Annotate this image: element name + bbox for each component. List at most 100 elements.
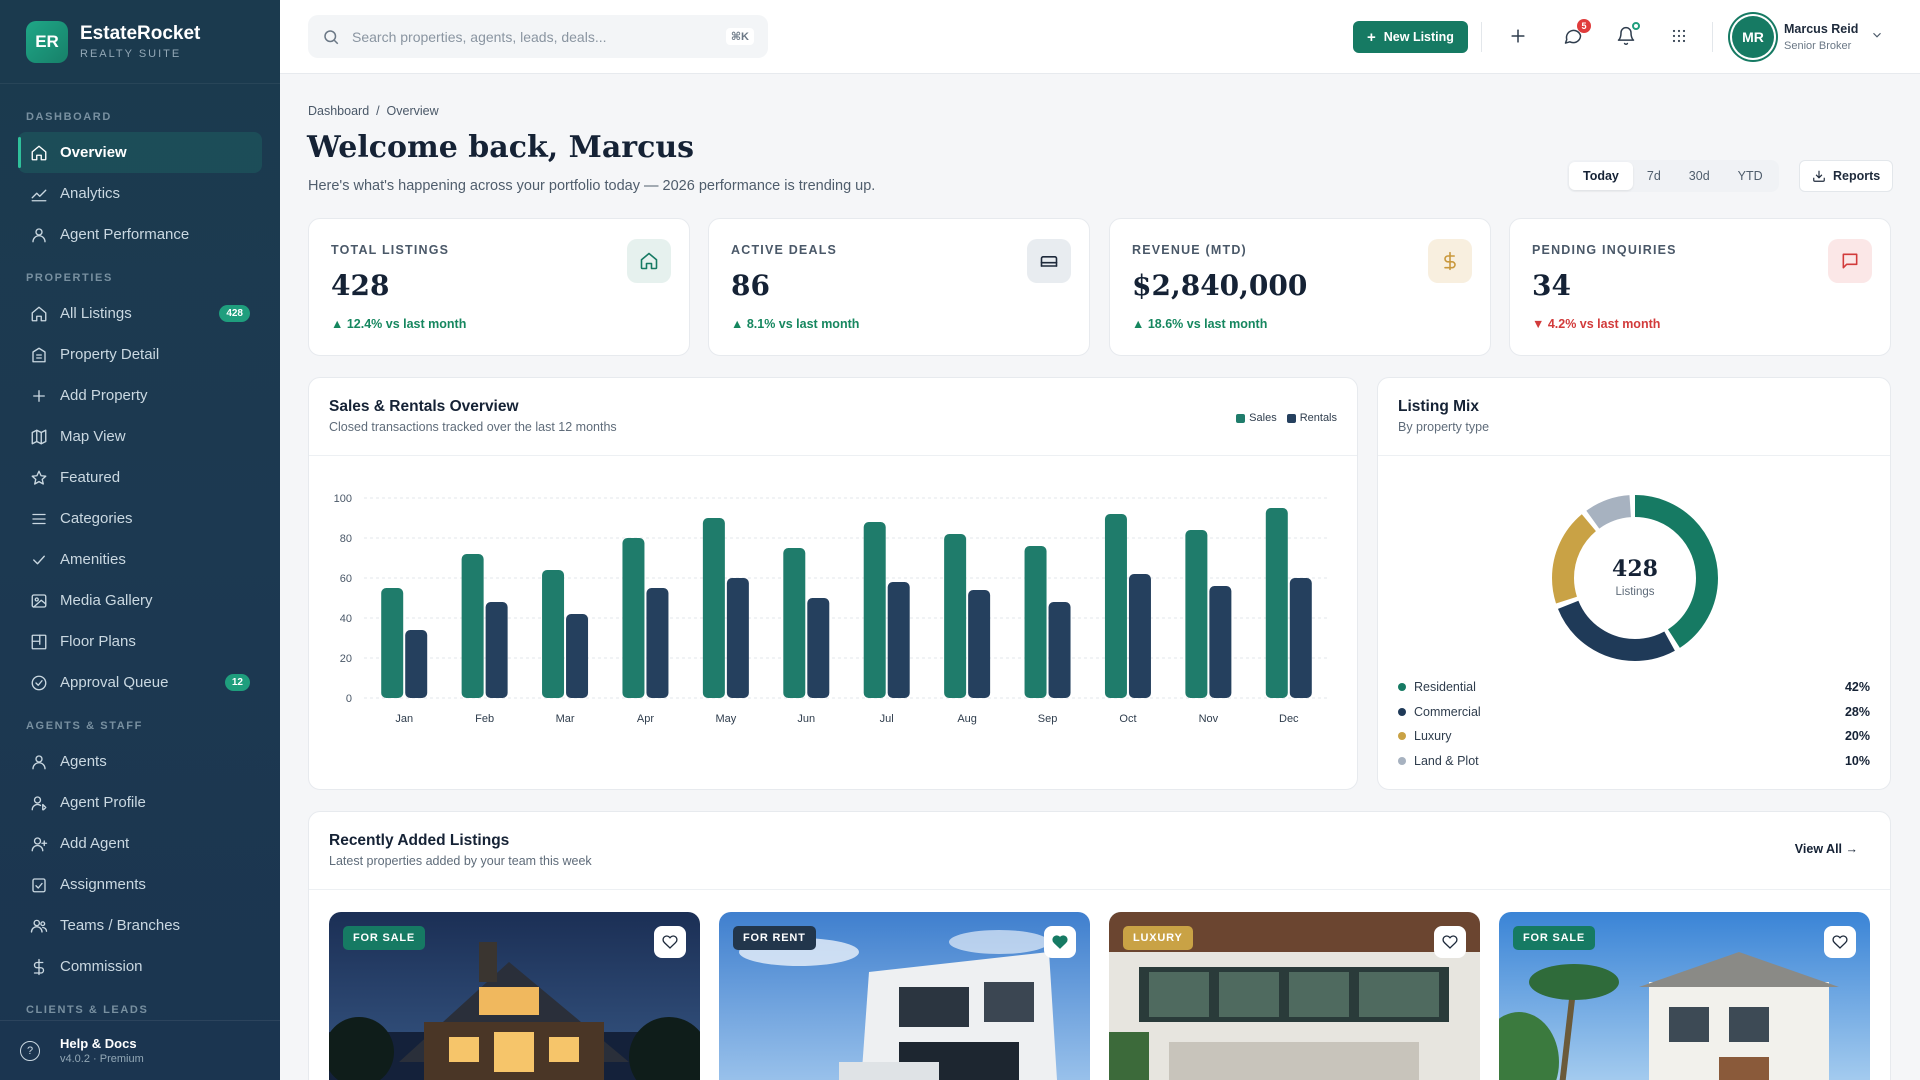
- sidebar-item-agent-performance[interactable]: Agent Performance: [18, 214, 262, 255]
- sidebar-item-add-property[interactable]: Add Property: [18, 375, 262, 416]
- building-icon: [30, 346, 48, 364]
- bar-rentals: [1209, 586, 1232, 698]
- sidebar-item-agents[interactable]: Agents: [18, 741, 262, 782]
- bar-rentals: [1289, 578, 1312, 698]
- legend-rentals[interactable]: Rentals: [1286, 412, 1337, 424]
- y-tick-label: 40: [340, 613, 352, 625]
- tab-30d[interactable]: 30d: [1675, 162, 1724, 190]
- sidebar-item-analytics[interactable]: Analytics: [18, 173, 262, 214]
- message-icon: [1828, 239, 1872, 283]
- sidebar-item-label: Overview: [60, 144, 127, 161]
- user-name[interactable]: Marcus Reid: [1784, 22, 1858, 36]
- sidebar-item-label: Commission: [60, 958, 143, 975]
- nav-section-title: CLIENTS & LEADS: [26, 1004, 149, 1016]
- brand-name: EstateRocket: [80, 23, 201, 44]
- chevron-down-icon[interactable]: [1870, 28, 1884, 42]
- apps-grid-icon[interactable]: [1667, 24, 1691, 48]
- kpi-card-revenue-mtd[interactable]: REVENUE (MTD) $2,840,000 ▲ 18.6% vs last…: [1109, 218, 1491, 356]
- listing-card[interactable]: FOR SALE: [329, 912, 700, 1080]
- sales-chart-title: Sales & Rentals Overview: [329, 398, 519, 415]
- view-all-link[interactable]: View All →: [1795, 842, 1858, 856]
- heart-icon[interactable]: [1434, 926, 1466, 958]
- bell-icon[interactable]: [1614, 22, 1640, 48]
- listing-tag: FOR RENT: [733, 926, 816, 950]
- sidebar-item-label: Floor Plans: [60, 633, 136, 650]
- kpi-card-total-listings[interactable]: TOTAL LISTINGS 428 ▲ 12.4% vs last month: [308, 218, 690, 356]
- sidebar-item-amenities[interactable]: Amenities: [18, 539, 262, 580]
- mix-legend-item[interactable]: Residential 42%: [1398, 677, 1870, 697]
- sidebar-item-add-agent[interactable]: Add Agent: [18, 823, 262, 864]
- heart-icon[interactable]: [654, 926, 686, 958]
- divider: [309, 455, 1357, 456]
- plus-icon: [30, 387, 48, 405]
- sidebar-item-label: Categories: [60, 510, 133, 527]
- sidebar-item-featured[interactable]: Featured: [18, 457, 262, 498]
- sidebar-item-agent-profile[interactable]: Agent Profile: [18, 782, 262, 823]
- x-tick-label: Apr: [637, 713, 654, 725]
- mix-legend-item[interactable]: Luxury 20%: [1398, 726, 1870, 746]
- bar-rentals: [887, 582, 910, 698]
- divider: [1378, 455, 1890, 456]
- sidebar-nav: DASHBOARD Overview Analytics Agent Performa…: [0, 84, 280, 1021]
- sidebar-item-teams-branches[interactable]: Teams / Branches: [18, 905, 262, 946]
- mix-value: 20%: [1844, 729, 1870, 743]
- sidebar-item-categories[interactable]: Categories: [18, 498, 262, 539]
- kpi-card-pending-inquiries[interactable]: PENDING INQUIRIES 34 ▼ 4.2% vs last mont…: [1509, 218, 1891, 356]
- sidebar-item-media-gallery[interactable]: Media Gallery: [18, 580, 262, 621]
- sidebar-item-floor-plans[interactable]: Floor Plans: [18, 621, 262, 662]
- legend-label: Rentals: [1299, 412, 1337, 424]
- y-tick-label: 20: [340, 653, 352, 665]
- bar-rentals: [726, 578, 749, 698]
- avatar[interactable]: MR: [1732, 16, 1774, 58]
- sidebar-item-all-listings[interactable]: All Listings 428: [18, 293, 262, 334]
- search-bar[interactable]: ⌘K: [308, 15, 768, 58]
- sidebar-item-overview[interactable]: Overview: [18, 132, 262, 173]
- bar-sales: [1185, 530, 1208, 698]
- add-icon[interactable]: [1506, 24, 1530, 48]
- reports-button[interactable]: Reports: [1799, 160, 1894, 192]
- divider: [1481, 22, 1482, 52]
- sidebar-item-commission[interactable]: Commission: [18, 946, 262, 987]
- sidebar-item-property-detail[interactable]: Property Detail: [18, 334, 262, 375]
- dollar-icon: [30, 958, 48, 976]
- mix-legend-item[interactable]: Land & Plot 10%: [1398, 751, 1870, 771]
- listing-card[interactable]: FOR RENT: [719, 912, 1090, 1080]
- legend-dot: [1398, 683, 1406, 691]
- x-tick-label: Jul: [880, 713, 894, 725]
- user-edit-icon: [30, 794, 48, 812]
- tab-ytd[interactable]: YTD: [1724, 162, 1777, 190]
- mix-legend-item[interactable]: Commercial 28%: [1398, 702, 1870, 722]
- new-listing-button[interactable]: + New Listing: [1353, 21, 1468, 53]
- listing-card[interactable]: LUXURY: [1109, 912, 1480, 1080]
- messages-icon[interactable]: 5: [1561, 19, 1591, 48]
- bar-sales: [944, 534, 967, 698]
- x-tick-label: Feb: [475, 713, 494, 725]
- sidebar-item-approval-queue[interactable]: Approval Queue 12: [18, 662, 262, 703]
- kpi-label: PENDING INQUIRIES: [1532, 243, 1677, 257]
- user-plus-icon: [30, 835, 48, 853]
- star-icon: [30, 469, 48, 487]
- legend-sales[interactable]: Sales: [1236, 412, 1277, 424]
- sidebar-item-assignments[interactable]: Assignments: [18, 864, 262, 905]
- y-tick-label: 80: [340, 533, 352, 545]
- brand[interactable]: ER EstateRocket REALTY SUITE: [0, 0, 280, 84]
- home-icon: [30, 144, 48, 162]
- search-input[interactable]: [352, 28, 726, 45]
- bar-sales: [863, 522, 886, 698]
- listing-card[interactable]: FOR SALE: [1499, 912, 1870, 1080]
- bar-rentals: [1128, 574, 1151, 698]
- heart-icon[interactable]: [1824, 926, 1856, 958]
- tab-today[interactable]: Today: [1569, 162, 1633, 190]
- help-title: Help & Docs: [60, 1036, 137, 1051]
- new-listing-label: New Listing: [1383, 30, 1454, 44]
- clipboard-check-icon: [30, 876, 48, 894]
- search-icon: [324, 29, 339, 44]
- heart-icon[interactable]: [1044, 926, 1076, 958]
- recent-listings-subtitle: Latest properties added by your team thi…: [329, 854, 592, 868]
- kpi-value: $2,840,000: [1132, 269, 1308, 302]
- sidebar-item-map-view[interactable]: Map View: [18, 416, 262, 457]
- tab-7d[interactable]: 7d: [1633, 162, 1675, 190]
- bar-rentals: [1048, 602, 1071, 698]
- kpi-card-active-deals[interactable]: ACTIVE DEALS 86 ▲ 8.1% vs last month: [708, 218, 1090, 356]
- help-docs[interactable]: ? Help & Docs v4.0.2 · Premium: [0, 1020, 280, 1080]
